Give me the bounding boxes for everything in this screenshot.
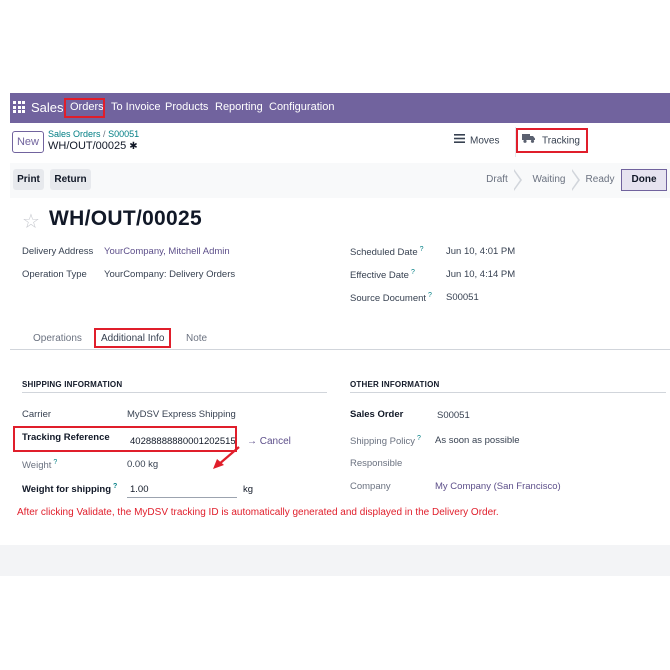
star-icon[interactable]: ☆ [22,209,40,234]
scheduled-date-value[interactable]: Jun 10, 4:01 PM [446,246,515,257]
source-document-label-text: Source Document [350,293,427,305]
new-button[interactable]: New [12,131,44,153]
gear-icon[interactable]: ✱ [129,141,137,152]
breadcrumb: Sales Orders / S00051 [48,129,139,139]
weight-for-shipping-value[interactable]: 1.00 [130,484,149,495]
highlight-tracking-reference-box [13,426,237,452]
weight-for-shipping-unit: kg [243,484,254,495]
print-button[interactable]: Print [13,169,44,190]
stage-ready[interactable]: Ready [583,169,617,191]
breadcrumb-sales-orders[interactable]: Sales Orders [48,129,101,139]
other-section-rule [350,392,666,393]
effective-date-label-text: Effective Date [350,270,409,282]
operation-type-label: Operation Type [22,269,87,280]
nav-configuration[interactable]: Configuration [269,101,334,113]
shipping-policy-label-text: Shipping Policy [350,436,415,448]
app-brand[interactable]: Sales [31,100,64,115]
source-document-value[interactable]: S00051 [446,292,479,303]
stage-draft[interactable]: Draft [478,169,516,191]
effective-date-value: Jun 10, 4:14 PM [446,269,516,280]
help-icon[interactable]: ? [428,292,432,299]
help-icon[interactable]: ? [417,435,421,442]
other-section-title: OTHER INFORMATION [350,380,440,389]
shipping-policy-label: Shipping Policy? [350,435,421,447]
shipping-section-title: SHIPPING INFORMATION [22,380,123,389]
record-title: WH/OUT/00025 [49,207,202,230]
record-name-text: WH/OUT/00025 [48,140,127,152]
source-document-label: Source Document? [350,292,432,304]
operation-type-value[interactable]: YourCompany: Delivery Orders [104,269,235,280]
help-icon[interactable]: ? [53,459,57,466]
status-bar: Print Return Draft Waiting Ready Done [10,163,670,199]
footer-band [0,545,670,576]
tab-note[interactable]: Note [186,333,207,344]
tab-operations[interactable]: Operations [33,333,82,344]
nav-to-invoice[interactable]: To Invoice [111,101,161,113]
weight-for-shipping-label: Weight for shipping? [22,483,117,495]
return-button[interactable]: Return [50,169,91,190]
nav-reporting[interactable]: Reporting [215,101,263,113]
company-label: Company [350,481,391,492]
stage-done[interactable]: Done [621,169,667,191]
shipping-section-rule [22,392,327,393]
highlight-additional-info-box [94,328,171,348]
scheduled-date-label: Scheduled Date? [350,246,424,258]
cancel-tracking-link[interactable]: → Cancel [247,436,291,447]
highlight-tracking-box [516,128,588,153]
annotation-text: After clicking Validate, the MyDSV track… [17,507,499,518]
effective-date-label: Effective Date? [350,269,415,281]
delivery-address-label: Delivery Address [22,246,94,257]
record-breadcrumb-name: WH/OUT/00025 ✱ [48,140,138,152]
highlight-orders-box [64,98,105,118]
weight-label-text: Weight [22,460,52,472]
responsible-label: Responsible [350,458,403,469]
sales-order-value[interactable]: S00051 [437,410,470,421]
breadcrumb-order[interactable]: S00051 [108,129,139,139]
scheduled-date-label-text: Scheduled Date [350,247,418,259]
top-navbar: Sales Orders To Invoice Products Reporti… [10,93,670,123]
help-icon[interactable]: ? [411,269,415,276]
weight-for-shipping-label-text: Weight for shipping [22,484,112,496]
delivery-address-value[interactable]: YourCompany, Mitchell Admin [104,246,230,257]
moves-button[interactable]: Moves [454,129,499,153]
stage-waiting[interactable]: Waiting [526,169,572,191]
breadcrumb-separator: / [103,129,106,139]
stage-chevron-inner [513,170,520,190]
carrier-value[interactable]: MyDSV Express Shipping [127,409,236,420]
weight-value: 0.00 kg [127,459,159,470]
moves-label: Moves [470,135,500,147]
annotation-arrow-icon [213,446,240,469]
help-icon[interactable]: ? [113,483,117,490]
weight-input-underline [127,497,237,498]
stage-chevron-inner [571,170,578,190]
list-icon [454,129,465,153]
tabs-divider [10,349,670,350]
help-icon[interactable]: ? [420,246,424,253]
shipping-policy-value[interactable]: As soon as possible [435,435,520,446]
weight-label: Weight? [22,459,57,471]
carrier-label: Carrier [22,409,52,420]
apps-menu-icon[interactable] [13,101,25,113]
nav-products[interactable]: Products [165,101,208,113]
sales-order-label: Sales Order [350,409,404,420]
company-value[interactable]: My Company (San Francisco) [435,481,561,492]
